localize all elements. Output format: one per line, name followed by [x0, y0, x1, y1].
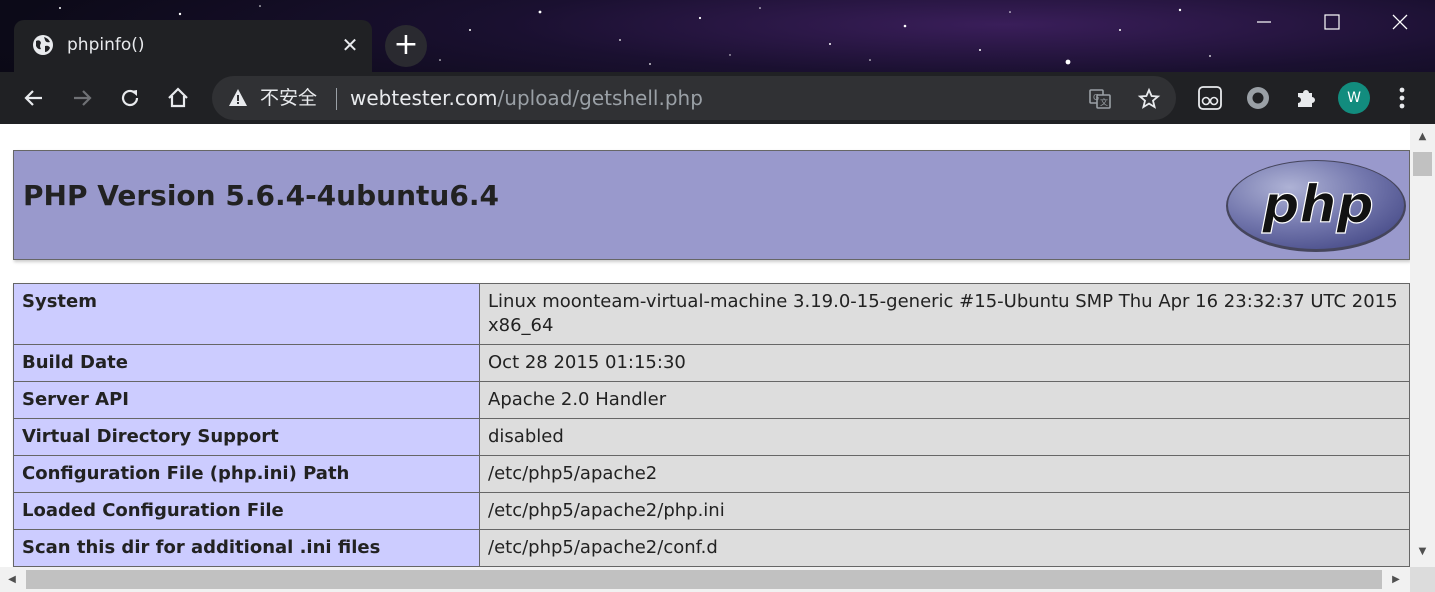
back-arrow-icon	[24, 90, 42, 106]
vertical-scrollbar[interactable]: ▲ ▼	[1410, 124, 1435, 567]
maximize-button[interactable]	[1298, 0, 1366, 45]
minimize-icon	[1257, 21, 1271, 23]
menu-dots-icon[interactable]	[1390, 82, 1414, 114]
close-tab-icon[interactable]: ✕	[340, 35, 360, 55]
row-key: System	[13, 283, 480, 345]
row-value: /etc/php5/apache2	[479, 455, 1410, 493]
scrollbar-corner	[1410, 567, 1435, 592]
row-key: Scan this dir for additional .ini files	[13, 529, 480, 567]
scroll-up-arrow-icon[interactable]: ▲	[1416, 132, 1429, 142]
profile-avatar[interactable]: W	[1338, 82, 1370, 114]
row-key: Loaded Configuration File	[13, 492, 480, 530]
system-info-body: System Linux moonteam-virtual-machine 3.1…	[13, 283, 1410, 567]
reader-extension-icon[interactable]	[1196, 84, 1224, 112]
browser-chrome: phpinfo() ✕ + 不安全 webtester.com/upload/g…	[0, 0, 1435, 124]
row-value: Linux moonteam-virtual-machine 3.19.0-15…	[479, 283, 1410, 345]
close-icon	[1392, 14, 1408, 30]
row-value: disabled	[479, 418, 1410, 456]
php-version-header: PHP Version 5.6.4-4ubuntu6.4 php	[13, 150, 1410, 260]
php-logo[interactable]: php	[1224, 158, 1408, 254]
toolbar: 不安全 webtester.com/upload/getshell.php G …	[0, 72, 1435, 124]
svg-text:php: php	[1261, 175, 1373, 235]
tab-strip: phpinfo() ✕ +	[0, 0, 1435, 72]
new-tab-button[interactable]: +	[385, 25, 427, 67]
tab-title: phpinfo()	[67, 35, 145, 55]
bookmark-star-icon[interactable]	[1137, 87, 1161, 111]
svg-text:G: G	[1093, 93, 1099, 102]
table-row: System Linux moonteam-virtual-machine 3.1…	[13, 283, 1410, 345]
phpinfo-container: PHP Version 5.6.4-4ubuntu6.4 php System L…	[13, 150, 1410, 567]
horizontal-scrollbar[interactable]: ◀ ▶	[0, 567, 1410, 592]
globe-icon	[33, 35, 53, 55]
scroll-right-arrow-icon[interactable]: ▶	[1391, 574, 1401, 586]
table-row: Virtual Directory Support disabled	[13, 418, 1410, 456]
maximize-icon	[1324, 14, 1340, 30]
table-row: Loaded Configuration File/etc/php5/apach…	[13, 492, 1410, 530]
forward-button[interactable]	[66, 82, 98, 114]
home-button[interactable]	[162, 82, 194, 114]
address-bar[interactable]: 不安全 webtester.com/upload/getshell.php G …	[212, 76, 1176, 120]
svg-text:文: 文	[1100, 97, 1108, 107]
row-key: Build Date	[13, 344, 480, 382]
table-row: Scan this dir for additional .ini files /…	[13, 529, 1410, 567]
warning-icon	[229, 89, 247, 106]
row-key: Configuration File (php.ini) Path	[13, 455, 480, 493]
translate-icon[interactable]: G 文	[1088, 87, 1112, 111]
close-window-button[interactable]	[1366, 0, 1434, 45]
row-value: /etc/php5/apache2/php.ini	[479, 492, 1410, 530]
page-title: PHP Version 5.6.4-4ubuntu6.4	[23, 179, 499, 212]
reload-button[interactable]	[114, 82, 146, 114]
address-divider	[336, 88, 337, 110]
row-key: Virtual Directory Support	[13, 418, 480, 456]
url-text[interactable]: webtester.com/upload/getshell.php	[350, 86, 703, 110]
circle-extension-icon[interactable]	[1244, 84, 1272, 112]
url-host: webtester.com	[350, 86, 498, 110]
scroll-down-arrow-icon[interactable]: ▼	[1416, 547, 1429, 557]
security-label[interactable]: 不安全	[260, 87, 317, 109]
minimize-button[interactable]	[1230, 0, 1298, 45]
table-row: Build Date Oct 28 2015 01:15:30	[13, 344, 1410, 382]
reload-icon	[121, 89, 139, 107]
row-value: Apache 2.0 Handler	[479, 381, 1410, 419]
extensions-puzzle-icon[interactable]	[1292, 84, 1320, 112]
horizontal-scroll-thumb[interactable]	[26, 570, 1382, 589]
table-row: Configuration File (php.ini) Path/etc/ph…	[13, 455, 1410, 493]
row-key: Server API	[13, 381, 480, 419]
vertical-scroll-thumb[interactable]	[1413, 152, 1432, 176]
scroll-left-arrow-icon[interactable]: ◀	[7, 574, 17, 586]
table-row: Server API Apache 2.0 Handler	[13, 381, 1410, 419]
back-button[interactable]	[18, 82, 50, 114]
system-info-table: System Linux moonteam-virtual-machine 3.1…	[13, 283, 1410, 567]
url-path: /upload/getshell.php	[497, 86, 703, 110]
forward-arrow-icon	[74, 90, 92, 106]
row-value: Oct 28 2015 01:15:30	[479, 344, 1410, 382]
home-icon	[168, 87, 188, 108]
tab-phpinfo[interactable]: phpinfo() ✕	[14, 20, 372, 72]
page-viewport: PHP Version 5.6.4-4ubuntu6.4 php System L…	[0, 124, 1410, 567]
row-value: /etc/php5/apache2/conf.d	[479, 529, 1410, 567]
